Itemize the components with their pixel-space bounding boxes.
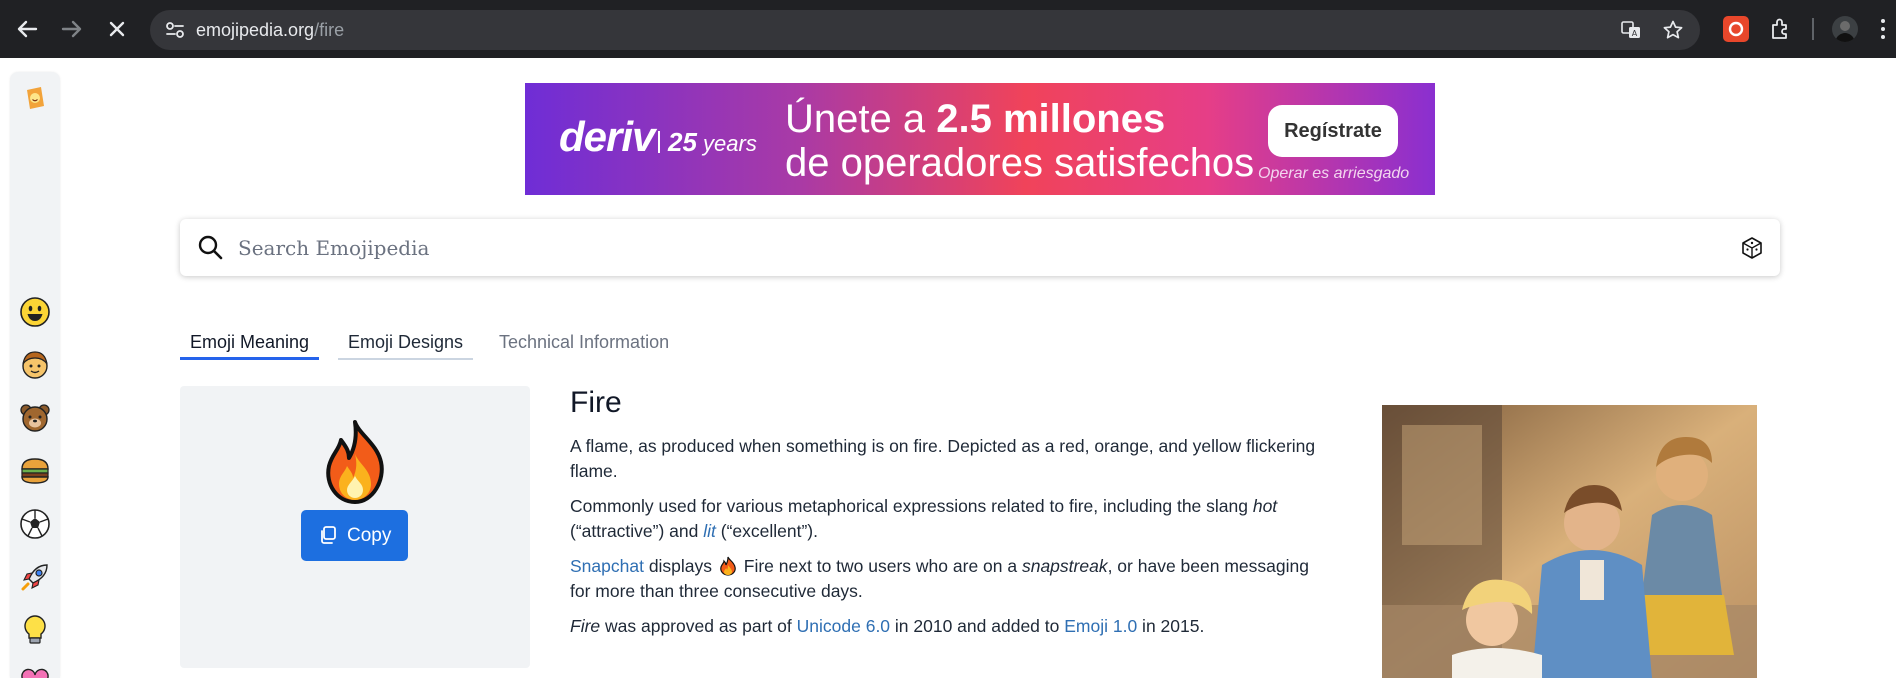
unicode-link[interactable]: Unicode 6.0 <box>797 616 890 636</box>
copy-icon <box>321 526 336 544</box>
page-title: Fire <box>570 386 622 419</box>
ad-years: 25 years <box>668 127 757 157</box>
puzzle-icon[interactable] <box>1768 16 1794 42</box>
family-photo-image <box>1382 405 1757 678</box>
tab-emoji-meaning[interactable]: Emoji Meaning <box>180 330 320 360</box>
category-smileys-icon[interactable] <box>19 296 51 328</box>
ad-photo[interactable] <box>1382 405 1757 678</box>
search-input[interactable] <box>238 229 1678 267</box>
fire-emoji-icon <box>326 420 384 504</box>
category-food-icon[interactable] <box>19 455 51 487</box>
ad-cta-button[interactable]: Regístrate <box>1268 105 1398 157</box>
snapchat-link[interactable]: Snapchat <box>570 556 644 576</box>
avatar[interactable] <box>1832 16 1858 42</box>
menu-kebab-icon[interactable] <box>1876 16 1890 42</box>
svg-text:A: A <box>1632 29 1638 38</box>
category-activities-icon[interactable] <box>19 508 51 540</box>
usage-paragraph: Commonly used for various metaphorical e… <box>570 496 1278 541</box>
category-objects-icon[interactable] <box>19 614 51 646</box>
ad-headline-1: Únete a 2.5 millones <box>785 97 1166 141</box>
address-bar[interactable]: emojipedia.org/fire A <box>150 10 1700 50</box>
url-domain: emojipedia.org <box>196 20 315 40</box>
stop-loading-icon[interactable] <box>100 12 134 46</box>
ad-separator <box>658 131 660 153</box>
toolbar-divider <box>1812 18 1814 40</box>
category-animals-icon[interactable] <box>19 402 51 434</box>
url-path: /fire <box>314 20 345 40</box>
emoji-description: Fire A flame, as produced when something… <box>570 386 1330 649</box>
category-people-icon[interactable] <box>19 349 51 381</box>
ad-brand-logo: deriv <box>559 113 655 160</box>
emojipedia-logo-icon[interactable] <box>24 86 46 110</box>
ad-banner[interactable]: deriv 25 years Únete a 2.5 millones de o… <box>525 83 1435 195</box>
search-bar <box>180 219 1780 276</box>
lit-link[interactable]: lit <box>703 521 716 541</box>
search-icon[interactable] <box>196 233 224 261</box>
emoji-version-link[interactable]: Emoji 1.0 <box>1064 616 1137 636</box>
history-paragraph: Fire was approved as part of Unicode 6.0… <box>570 616 1205 636</box>
back-arrow-icon[interactable] <box>10 12 44 46</box>
snapchat-paragraph: Snapchat displays Fire next to two users… <box>570 556 1309 601</box>
site-settings-icon[interactable] <box>164 19 186 41</box>
ad-disclaimer: Operar es arriesgado <box>1258 165 1410 182</box>
description-paragraph: A flame, as produced when something is o… <box>570 436 1316 481</box>
random-dice-icon[interactable] <box>1740 236 1764 260</box>
translate-icon[interactable]: A <box>1620 19 1642 41</box>
tab-technical-information[interactable]: Technical Information <box>489 330 679 360</box>
emoji-preview-card: Copy <box>180 386 530 668</box>
forward-arrow-icon[interactable] <box>55 12 89 46</box>
url-text[interactable]: emojipedia.org/fire <box>196 10 344 50</box>
copy-button[interactable]: Copy <box>301 510 408 561</box>
ad-headline-2: de operadores satisfechos <box>785 141 1255 185</box>
extension-icon[interactable] <box>1723 16 1749 42</box>
copy-label: Copy <box>347 525 392 546</box>
fire-inline-icon <box>720 556 736 576</box>
category-travel-icon[interactable] <box>19 561 51 593</box>
star-icon[interactable] <box>1662 19 1684 41</box>
category-sidebar <box>10 72 60 678</box>
tab-emoji-designs[interactable]: Emoji Designs <box>338 330 474 360</box>
browser-toolbar: emojipedia.org/fire A <box>0 0 1896 58</box>
category-symbols-icon[interactable] <box>19 667 51 678</box>
